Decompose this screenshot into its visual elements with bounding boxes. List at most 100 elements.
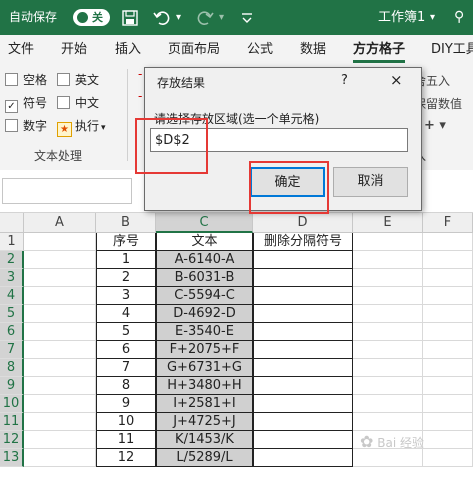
cell-e[interactable] <box>353 305 423 323</box>
cell-c[interactable]: H+3480+H <box>156 377 253 395</box>
cell-c[interactable]: B-6031-B <box>156 269 253 287</box>
cell-b[interactable]: 9 <box>96 395 156 413</box>
column-header-b[interactable]: B <box>96 213 156 233</box>
cell-d[interactable] <box>253 449 353 467</box>
select-all-corner[interactable] <box>0 213 24 233</box>
cell-b[interactable]: 12 <box>96 449 156 467</box>
cell-c[interactable]: G+6731+G <box>156 359 253 377</box>
name-box[interactable] <box>2 178 132 204</box>
row-header[interactable]: 5 <box>0 305 24 323</box>
cell-b[interactable]: 5 <box>96 323 156 341</box>
row-header[interactable]: 8 <box>0 359 24 377</box>
column-header-d[interactable]: D <box>253 213 353 233</box>
checkbox-number[interactable]: 数字 <box>5 118 47 134</box>
cell-a[interactable] <box>24 323 96 341</box>
title-dropdown-icon[interactable]: ▾ <box>430 0 435 35</box>
customize-icon[interactable] <box>240 0 254 35</box>
help-icon[interactable]: ? <box>341 73 348 88</box>
cell-f[interactable] <box>423 251 473 269</box>
cell-a[interactable] <box>24 359 96 377</box>
cell-a[interactable] <box>24 251 96 269</box>
cell-d[interactable]: 删除分隔符号 <box>253 233 353 251</box>
row-header[interactable]: 4 <box>0 287 24 305</box>
cell-d[interactable] <box>253 323 353 341</box>
cell-d[interactable] <box>253 269 353 287</box>
redo-icon[interactable] <box>196 0 214 35</box>
column-header-c[interactable]: C <box>156 213 253 233</box>
cell-b[interactable]: 11 <box>96 431 156 449</box>
undo-icon[interactable] <box>153 0 171 35</box>
cell-a[interactable] <box>24 449 96 467</box>
cell-a[interactable] <box>24 395 96 413</box>
cell-f[interactable] <box>423 323 473 341</box>
tab-diy-tools[interactable]: DIY工具 <box>431 35 473 65</box>
cell-d[interactable] <box>253 287 353 305</box>
cell-c[interactable]: J+4725+J <box>156 413 253 431</box>
cell-d[interactable] <box>253 341 353 359</box>
cell-d[interactable] <box>253 413 353 431</box>
row-header[interactable]: 1 <box>0 233 24 251</box>
cell-f[interactable] <box>423 287 473 305</box>
cell-e[interactable] <box>353 233 423 251</box>
cell-b[interactable]: 3 <box>96 287 156 305</box>
cell-b[interactable]: 序号 <box>96 233 156 251</box>
row-header[interactable]: 7 <box>0 341 24 359</box>
column-header-e[interactable]: E <box>353 213 423 233</box>
cell-f[interactable] <box>423 305 473 323</box>
cell-d[interactable] <box>253 359 353 377</box>
cell-a[interactable] <box>24 431 96 449</box>
cell-e[interactable] <box>353 413 423 431</box>
cell-e[interactable] <box>353 377 423 395</box>
cell-d[interactable] <box>253 377 353 395</box>
cell-e[interactable] <box>353 395 423 413</box>
cancel-button[interactable]: 取消 <box>333 167 408 197</box>
ok-button[interactable]: 确定 <box>250 167 325 197</box>
cell-f[interactable] <box>423 395 473 413</box>
tab-page-layout[interactable]: 页面布局 <box>168 35 220 65</box>
cell-f[interactable] <box>423 269 473 287</box>
cell-c[interactable]: I+2581+I <box>156 395 253 413</box>
plus-dropdown-button[interactable]: + ▾ <box>424 118 446 133</box>
cell-a[interactable] <box>24 233 96 251</box>
cell-c[interactable]: C-5594-C <box>156 287 253 305</box>
row-header[interactable]: 9 <box>0 377 24 395</box>
cell-a[interactable] <box>24 377 96 395</box>
cell-f[interactable] <box>423 377 473 395</box>
cell-a[interactable] <box>24 287 96 305</box>
cell-f[interactable] <box>423 341 473 359</box>
cell-f[interactable] <box>423 233 473 251</box>
search-icon[interactable]: ⚲ <box>454 0 464 35</box>
cell-b[interactable]: 6 <box>96 341 156 359</box>
row-header[interactable]: 3 <box>0 269 24 287</box>
cell-d[interactable] <box>253 305 353 323</box>
cell-a[interactable] <box>24 341 96 359</box>
cell-a[interactable] <box>24 269 96 287</box>
undo-dropdown-icon[interactable]: ▾ <box>176 0 181 35</box>
save-icon[interactable] <box>122 0 138 35</box>
cell-f[interactable] <box>423 359 473 377</box>
checkbox-english[interactable]: 英文 <box>57 72 99 88</box>
cell-b[interactable]: 10 <box>96 413 156 431</box>
row-header[interactable]: 12 <box>0 431 24 449</box>
cell-b[interactable]: 2 <box>96 269 156 287</box>
column-header-a[interactable]: A <box>24 213 96 233</box>
tab-fangfanggezi[interactable]: 方方格子 <box>353 35 406 65</box>
cell-a[interactable] <box>24 305 96 323</box>
cell-d[interactable] <box>253 395 353 413</box>
close-icon[interactable]: × <box>390 71 403 89</box>
cell-c[interactable]: D-4692-D <box>156 305 253 323</box>
tab-formulas[interactable]: 公式 <box>247 35 273 65</box>
cell-e[interactable] <box>353 323 423 341</box>
cell-d[interactable] <box>253 431 353 449</box>
cell-c[interactable]: K/1453/K <box>156 431 253 449</box>
row-header[interactable]: 2 <box>0 251 24 269</box>
cell-f[interactable] <box>423 413 473 431</box>
checkbox-chinese[interactable]: 中文 <box>57 95 99 111</box>
column-header-f[interactable]: F <box>423 213 473 233</box>
cell-c[interactable]: E-3540-E <box>156 323 253 341</box>
cell-c[interactable]: 文本 <box>156 233 253 251</box>
cell-e[interactable] <box>353 269 423 287</box>
execute-button[interactable]: ★ 执行 ▾ <box>57 118 106 137</box>
row-header[interactable]: 11 <box>0 413 24 431</box>
cell-a[interactable] <box>24 413 96 431</box>
